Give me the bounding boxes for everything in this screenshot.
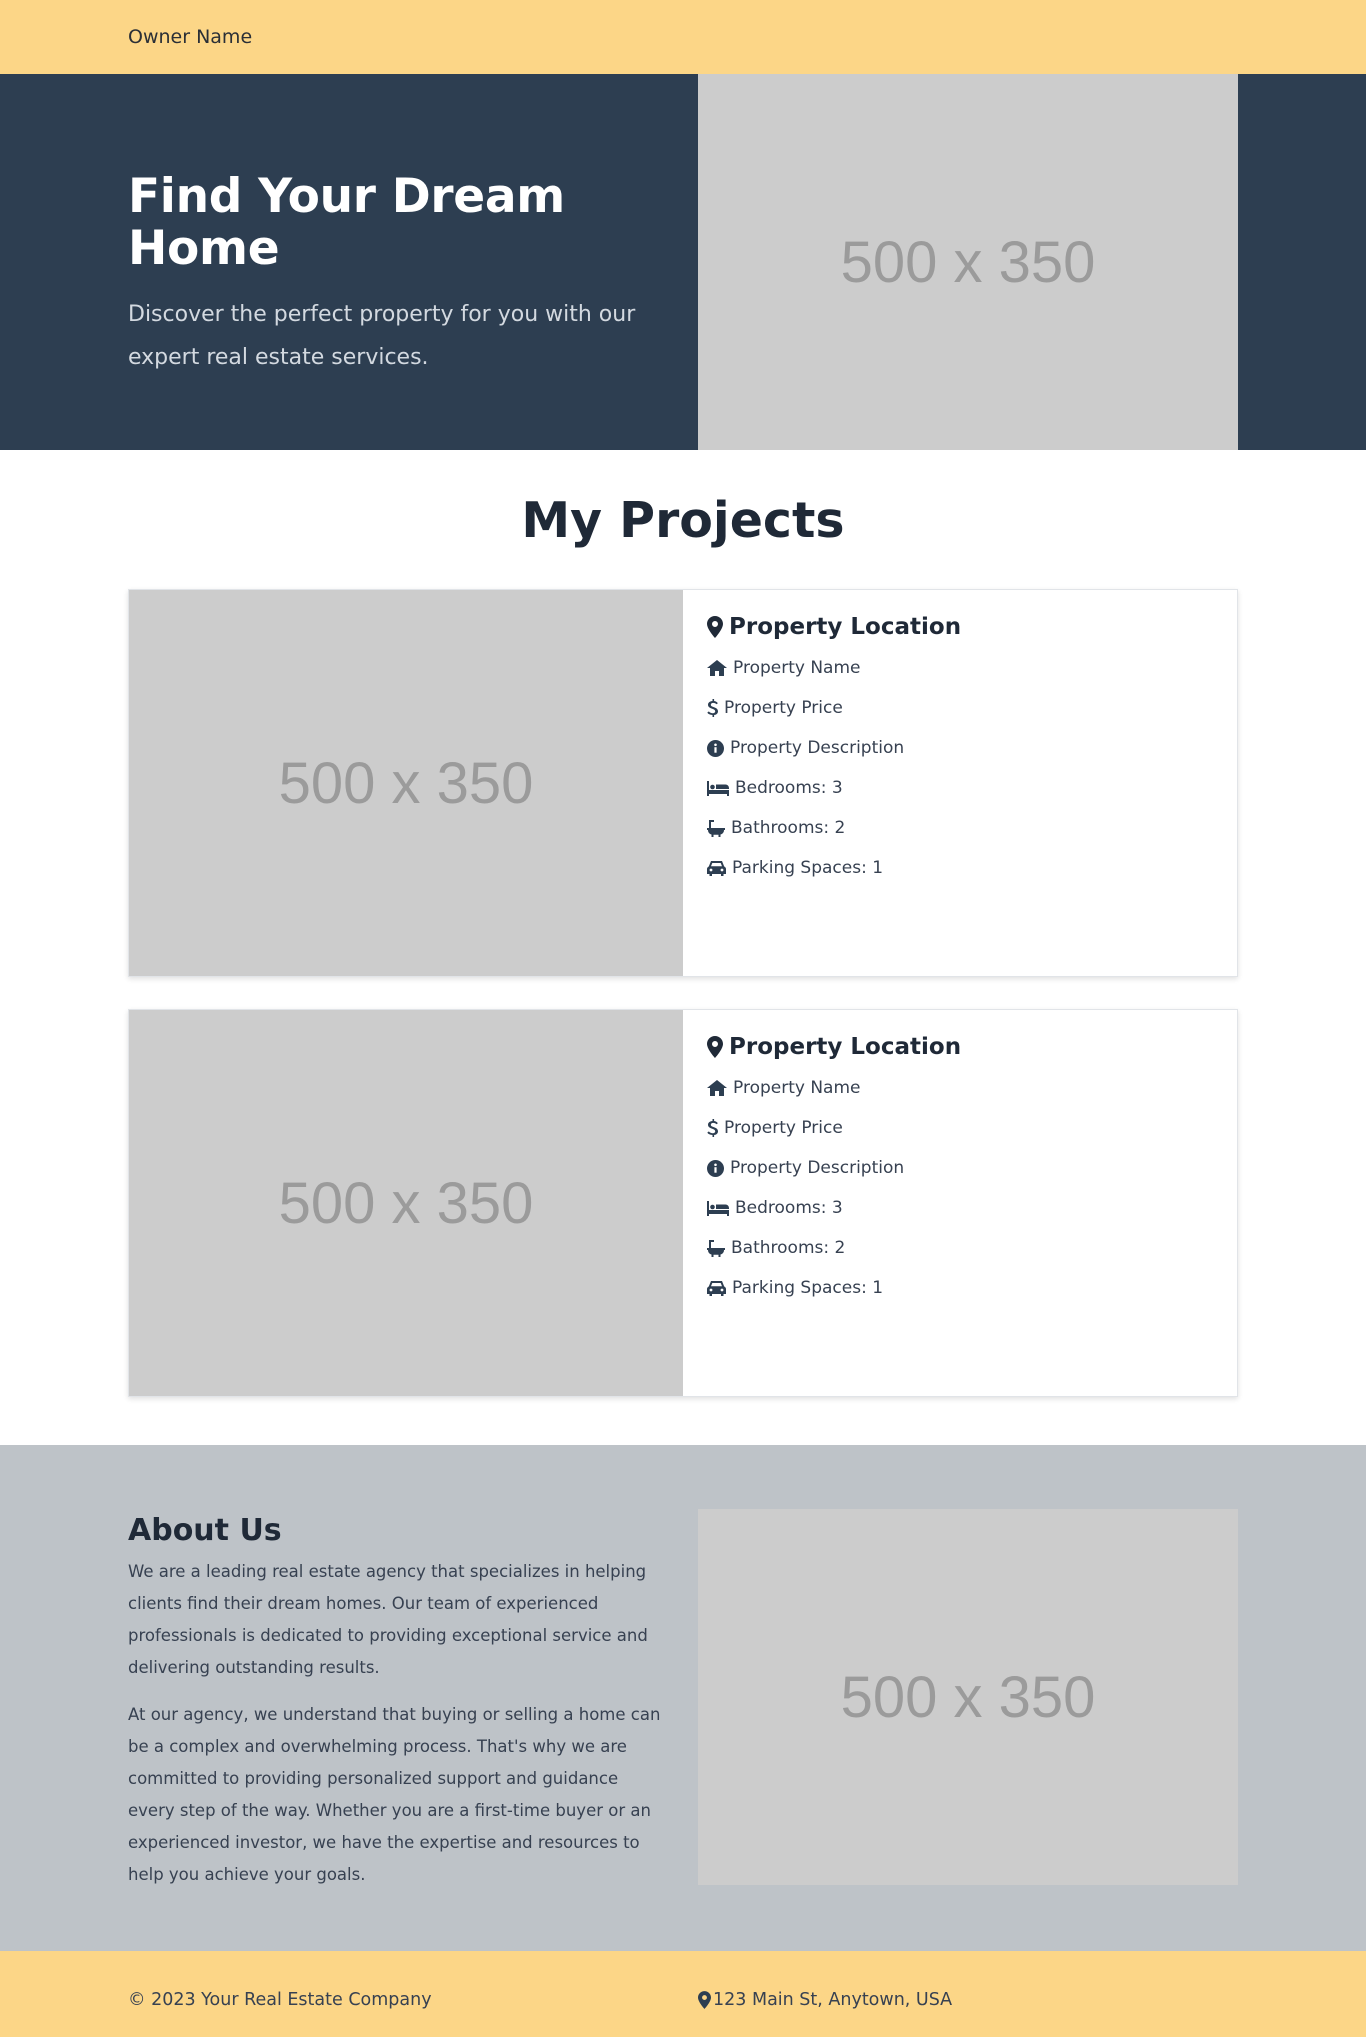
- footer-address-text: 123 Main St, Anytown, USA: [713, 1989, 953, 2010]
- top-bar: Owner Name: [0, 0, 1366, 74]
- about-text: About Us We are a leading real estate ag…: [128, 1509, 698, 1906]
- dollar-icon: [707, 699, 718, 717]
- parking-spaces: Parking Spaces: 1: [732, 1278, 884, 1298]
- hero-subtitle: Discover the perfect property for you wi…: [128, 302, 636, 371]
- bathrooms: Bathrooms: 2: [731, 1238, 846, 1258]
- projects-title: My Projects: [521, 492, 845, 549]
- project-image-placeholder: 500 x 350: [129, 590, 683, 976]
- car-icon: [707, 860, 726, 876]
- parking-row: Parking Spaces: 1: [707, 1268, 961, 1308]
- bathrooms: Bathrooms: 2: [731, 818, 846, 838]
- bedrooms: Bedrooms: 3: [735, 778, 843, 798]
- bedrooms-row: Bedrooms: 3: [707, 768, 961, 808]
- dollar-icon: [707, 1119, 718, 1137]
- hero-title: Find Your Dream Home: [128, 169, 565, 276]
- about-title: About Us: [128, 1513, 282, 1548]
- car-icon: [707, 1280, 726, 1296]
- about-section: About Us We are a leading real estate ag…: [0, 1445, 1366, 1951]
- about-paragraph: At our agency, we understand that buying…: [128, 1705, 661, 1884]
- bed-icon: [707, 780, 729, 796]
- project-details: Property Location Property Name Property…: [683, 1010, 985, 1396]
- property-name-row: Property Name: [707, 1068, 961, 1108]
- property-price: Property Price: [724, 1118, 843, 1138]
- property-description: Property Description: [730, 738, 905, 758]
- property-location: Property Location: [707, 610, 961, 644]
- property-location-label: Property Location: [729, 614, 962, 640]
- projects-section: My Projects 500 x 350 Property Location …: [0, 450, 1366, 1445]
- property-name: Property Name: [733, 658, 861, 678]
- about-image-placeholder: 500 x 350: [698, 1509, 1238, 1885]
- map-marker-icon: [698, 1990, 711, 2009]
- map-marker-icon: [707, 1036, 723, 1058]
- project-details: Property Location Property Name Property…: [683, 590, 985, 976]
- bath-icon: [707, 819, 725, 837]
- property-price-row: Property Price: [707, 1108, 961, 1148]
- property-name: Property Name: [733, 1078, 861, 1098]
- home-icon: [707, 660, 727, 676]
- footer-address: 123 Main St, Anytown, USA: [698, 1990, 952, 2010]
- bath-icon: [707, 1239, 725, 1257]
- bed-icon: [707, 1200, 729, 1216]
- about-paragraph: We are a leading real estate agency that…: [128, 1562, 648, 1677]
- project-card[interactable]: 500 x 350 Property Location Property Nam…: [128, 589, 1238, 977]
- hero-section: Find Your Dream Home Discover the perfec…: [0, 74, 1366, 450]
- project-image-placeholder: 500 x 350: [129, 1010, 683, 1396]
- hero-text: Find Your Dream Home Discover the perfec…: [128, 74, 698, 450]
- property-price: Property Price: [724, 698, 843, 718]
- owner-name[interactable]: Owner Name: [128, 26, 252, 48]
- map-marker-icon: [707, 616, 723, 638]
- parking-row: Parking Spaces: 1: [707, 848, 961, 888]
- project-card[interactable]: 500 x 350 Property Location Property Nam…: [128, 1009, 1238, 1397]
- info-circle-icon: [707, 739, 724, 757]
- home-icon: [707, 1080, 727, 1096]
- footer: © 2023 Your Real Estate Company 123 Main…: [0, 1951, 1366, 2037]
- bedrooms-row: Bedrooms: 3: [707, 1188, 961, 1228]
- property-name-row: Property Name: [707, 648, 961, 688]
- footer-copyright: © 2023 Your Real Estate Company: [128, 1989, 432, 2010]
- hero-image-placeholder: 500 x 350: [698, 74, 1238, 450]
- property-price-row: Property Price: [707, 688, 961, 728]
- property-description: Property Description: [730, 1158, 905, 1178]
- property-location-label: Property Location: [729, 1034, 962, 1060]
- bathrooms-row: Bathrooms: 2: [707, 808, 961, 848]
- property-description-row: Property Description: [707, 728, 961, 768]
- property-description-row: Property Description: [707, 1148, 961, 1188]
- property-location: Property Location: [707, 1030, 961, 1064]
- bathrooms-row: Bathrooms: 2: [707, 1228, 961, 1268]
- parking-spaces: Parking Spaces: 1: [732, 858, 884, 878]
- info-circle-icon: [707, 1159, 724, 1177]
- bedrooms: Bedrooms: 3: [735, 1198, 843, 1218]
